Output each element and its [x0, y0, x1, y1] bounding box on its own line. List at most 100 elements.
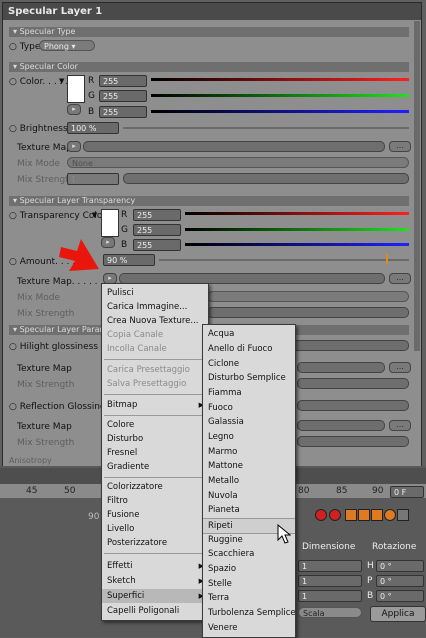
transparency-color-swatch[interactable]: [101, 209, 119, 237]
r-slider[interactable]: [151, 78, 409, 81]
brightness-slider[interactable]: [123, 127, 409, 129]
menu-fusione[interactable]: Fusione: [102, 508, 208, 522]
size-y-field[interactable]: 1: [298, 575, 362, 587]
sub-nuvola[interactable]: Nuvola: [203, 489, 295, 503]
menu-fresnel[interactable]: Fresnel: [102, 446, 208, 460]
menu-pulisci[interactable]: Pulisci: [102, 286, 208, 300]
p-texture-map-dots-button[interactable]: ...: [389, 362, 411, 373]
menu-colore[interactable]: Colore: [102, 418, 208, 432]
applica-button[interactable]: Applica: [370, 606, 426, 622]
menu-capelli-poligonali[interactable]: Capelli Poligonali: [102, 604, 208, 618]
g-slider[interactable]: [151, 94, 409, 97]
section-layer-transparency[interactable]: ▾ Specular Layer Transparency: [9, 196, 409, 206]
sub-stelle[interactable]: Stelle: [203, 577, 295, 591]
size-x-field[interactable]: 1: [298, 560, 362, 572]
color-picker-button[interactable]: ▸: [67, 104, 81, 115]
reflection-glossiness-slider[interactable]: [297, 400, 409, 411]
mix-mode-dropdown[interactable]: None: [67, 157, 409, 168]
tr-b-field[interactable]: 255: [133, 239, 181, 251]
pla-key-icon[interactable]: [397, 509, 409, 521]
sub-pianeta[interactable]: Pianeta: [203, 503, 295, 517]
p-texture-map2-bar[interactable]: [297, 420, 385, 431]
p-texture-map-bar[interactable]: [297, 362, 385, 373]
texture-map-button[interactable]: ▸: [67, 141, 81, 152]
brightness-field[interactable]: 100 %: [67, 122, 119, 134]
menu-colorizzatore[interactable]: Colorizzatore: [102, 480, 208, 494]
move-key-icon[interactable]: [345, 509, 357, 521]
section-specular-type[interactable]: ▾ Specular Type: [9, 27, 409, 37]
rot-p-field[interactable]: 0 °: [376, 575, 424, 587]
transparency-menu-arrow-icon[interactable]: ▼: [92, 211, 97, 219]
tr-g-slider[interactable]: [185, 228, 409, 231]
sub-fuoco[interactable]: Fuoco: [203, 401, 295, 415]
amount-field[interactable]: 90 %: [103, 254, 155, 266]
sub-marmo[interactable]: Marmo: [203, 445, 295, 459]
frame-field[interactable]: 0 F: [390, 486, 424, 498]
menu-sketch[interactable]: Sketch▶: [102, 574, 208, 588]
tr-r-slider[interactable]: [185, 212, 409, 215]
menu-carica-presettaggio[interactable]: Carica Presettaggio: [102, 363, 208, 377]
menu-salva-presettaggio[interactable]: Salva Presettaggio: [102, 377, 208, 391]
p-mix-strength-slider[interactable]: [297, 378, 409, 389]
rot-h-field[interactable]: 0 °: [376, 560, 424, 572]
b-slider[interactable]: [151, 110, 409, 113]
tr-mix-strength-slider[interactable]: [207, 307, 409, 318]
p-texture-map2-dots-button[interactable]: ...: [389, 420, 411, 431]
param-key-icon[interactable]: [384, 509, 396, 521]
color-swatch[interactable]: [67, 75, 85, 103]
transparency-picker-button[interactable]: ▸: [101, 237, 115, 248]
scala-dropdown[interactable]: Scala: [298, 607, 362, 618]
r-field[interactable]: 255: [99, 75, 147, 87]
panel-scrollbar[interactable]: [414, 21, 420, 351]
tr-texture-map-dots-button[interactable]: ...: [389, 273, 411, 284]
texture-map-dots-button[interactable]: ...: [389, 141, 411, 152]
rotate-key-icon[interactable]: [371, 509, 383, 521]
autokey-icon[interactable]: [329, 509, 341, 521]
tr-b-slider[interactable]: [185, 243, 409, 246]
b-field[interactable]: 255: [99, 106, 147, 118]
sub-turbolenza-semplice[interactable]: Turbolenza Semplice: [203, 606, 296, 620]
sub-fiamma[interactable]: Fiamma: [203, 386, 295, 400]
mix-mode-label: Mix Mode: [17, 159, 60, 169]
menu-posterizzatore[interactable]: Posterizzatore: [102, 536, 208, 550]
color-menu-arrow-icon[interactable]: ▼: [59, 77, 64, 85]
sub-venere[interactable]: Venere: [203, 621, 295, 635]
sub-legno[interactable]: Legno: [203, 430, 295, 444]
scale-key-icon[interactable]: [358, 509, 370, 521]
size-z-field[interactable]: 1: [298, 590, 362, 602]
sub-anello-di-fuoco[interactable]: Anello di Fuoco: [203, 342, 295, 356]
menu-disturbo[interactable]: Disturbo: [102, 432, 208, 446]
menu-filtro[interactable]: Filtro: [102, 494, 208, 508]
sub-galassia[interactable]: Galassia: [203, 415, 295, 429]
menu-incolla-canale[interactable]: Incolla Canale: [102, 342, 208, 356]
section-specular-color[interactable]: ▾ Specular Color: [9, 62, 409, 72]
menu-copia-canale[interactable]: Copia Canale: [102, 328, 208, 342]
sub-spazio[interactable]: Spazio: [203, 562, 295, 576]
menu-crea-nuova-texture[interactable]: Crea Nuova Texture...: [102, 314, 208, 328]
type-dropdown[interactable]: Phong ▾: [39, 40, 95, 51]
p-mix-strength2-slider[interactable]: [297, 436, 409, 447]
menu-livello[interactable]: Livello: [102, 522, 208, 536]
tr-g-field[interactable]: 255: [133, 224, 181, 236]
sub-ciclone[interactable]: Ciclone: [203, 357, 295, 371]
tr-mix-mode-dropdown[interactable]: [207, 291, 409, 302]
tr-r-field[interactable]: 255: [133, 209, 181, 221]
rot-b-field[interactable]: 0 °: [376, 590, 424, 602]
menu-gradiente[interactable]: Gradiente: [102, 460, 208, 474]
g-field[interactable]: 255: [99, 90, 147, 102]
texture-map-bar[interactable]: [83, 141, 385, 152]
menu-effetti[interactable]: Effetti▶: [102, 559, 208, 573]
sub-disturbo-semplice[interactable]: Disturbo Semplice: [203, 371, 295, 385]
menu-superfici[interactable]: Superfici▶: [102, 589, 208, 603]
sub-terra[interactable]: Terra: [203, 591, 295, 605]
sub-metallo[interactable]: Metallo: [203, 474, 295, 488]
sub-acqua[interactable]: Acqua: [203, 327, 295, 341]
mix-strength-field[interactable]: 1: [67, 173, 119, 185]
menu-bitmap[interactable]: Bitmap▶: [102, 398, 208, 412]
sub-mattone[interactable]: Mattone: [203, 459, 295, 473]
record-icon[interactable]: [315, 509, 327, 521]
sub-scacchiera[interactable]: Scacchiera: [203, 547, 295, 561]
mix-strength-slider[interactable]: [123, 173, 409, 184]
amount-slider[interactable]: [159, 259, 409, 261]
menu-carica-immagine[interactable]: Carica Immagine...: [102, 300, 208, 314]
